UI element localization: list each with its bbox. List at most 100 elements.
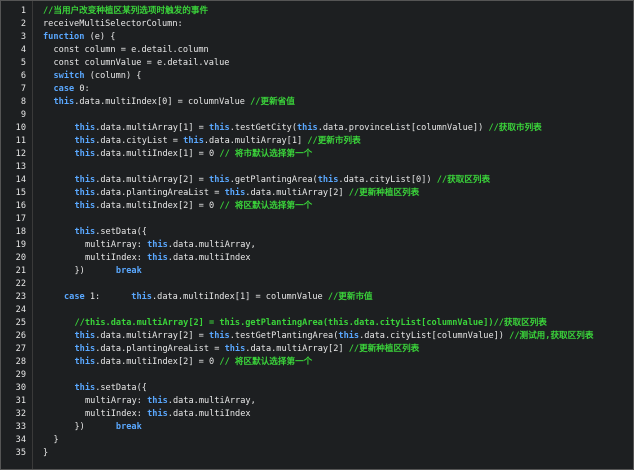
code-comment: // 将市默认选择第一个 [219, 149, 313, 159]
code-keyword: this [209, 175, 230, 185]
line-number: 15 [15, 188, 26, 198]
code-text: .data.multiArray[1] [203, 136, 308, 146]
code-text: .data.multiIndex[2] = 0 [95, 201, 220, 211]
code-line: }) break [32, 421, 633, 434]
line-number: 32 [15, 409, 26, 419]
code-text: .data.multiArray[2] [245, 188, 349, 198]
code-keyword: this [297, 123, 318, 133]
code-text: .setData({ [95, 227, 147, 237]
line-number: 35 [15, 448, 26, 458]
code-text: 1: [84, 292, 132, 302]
code-line: this.data.multiIndex[1] = 0 // 将市默认选择第一个 [32, 148, 633, 161]
code-line: const column = e.detail.column [32, 44, 633, 57]
code-text: multiArray: [85, 240, 148, 250]
code-keyword: this [74, 344, 96, 354]
code-text: .data.multiArray[2] = [95, 175, 210, 185]
code-keyword: this [74, 357, 96, 367]
code-line: this.data.multiIndex[0] = columnValue //… [32, 96, 633, 109]
code-comment: // 将区默认选择第一个 [219, 357, 313, 367]
code-text: .data.multiArray, [167, 396, 256, 406]
code-line: case 1: this.data.multiIndex[1] = column… [32, 291, 633, 304]
code-comment: // 将区默认选择第一个 [219, 201, 313, 211]
code-text: (e) { [84, 32, 116, 42]
code-comment: //更新市列表 [307, 136, 361, 146]
line-number: 12 [15, 149, 26, 159]
code-text: .getPlantingArea( [229, 175, 318, 185]
code-keyword: this [74, 383, 96, 393]
line-number: 4 [20, 45, 26, 55]
code-text: .data.multiIndex[2] = 0 [95, 357, 220, 367]
code-text: }) [74, 422, 116, 432]
code-keyword: function [43, 32, 85, 42]
code-comment: //更新种植区列表 [348, 188, 420, 198]
line-number: 16 [15, 201, 26, 211]
code-keyword: this [74, 188, 96, 198]
code-line: multiIndex: this.data.multiIndex [32, 408, 633, 421]
code-keyword: case [53, 84, 75, 94]
code-text: .data.multiIndex[1] = columnValue [151, 292, 328, 302]
code-comment: //更新市值 [327, 292, 373, 302]
code-text: .data.provinceList[columnValue]) [317, 123, 489, 133]
line-number: 26 [15, 331, 26, 341]
code-line: this.data.cityList = this.data.multiArra… [32, 135, 633, 148]
code-keyword: this [74, 175, 96, 185]
code-comment: //当用户改变种植区某列选项时触发的事件 [43, 6, 209, 16]
line-number: 33 [15, 422, 26, 432]
code-keyword: break [115, 422, 142, 432]
code-text: .data.multiIndex [167, 253, 251, 263]
line-number: 9 [20, 110, 26, 120]
line-number: 22 [15, 279, 26, 289]
code-keyword: switch [53, 71, 85, 81]
code-keyword: this [53, 97, 75, 107]
line-number: 6 [20, 71, 26, 81]
code-keyword: this [338, 331, 360, 341]
code-keyword: this [131, 292, 152, 302]
line-number: 28 [15, 357, 26, 367]
code-line: } [32, 434, 633, 447]
code-keyword: this [74, 149, 96, 159]
code-line: this.data.multiArray[2] = this.testGetPl… [32, 330, 633, 343]
line-number: 11 [15, 136, 26, 146]
code-text: .setData({ [95, 383, 147, 393]
code-comment: //获取区列表 [436, 175, 491, 185]
code-line: this.data.plantingAreaList = this.data.m… [32, 343, 633, 356]
code-text: .data.plantingAreaList = [95, 344, 225, 354]
code-keyword: this [74, 331, 96, 341]
code-line: this.data.multiArray[1] = this.testGetCi… [32, 122, 633, 135]
code-text: .data.cityList[columnValue]) [359, 331, 510, 341]
code-comment: //获取市列表 [488, 123, 542, 133]
code-text: .data.multiArray[2] [245, 344, 349, 354]
code-area[interactable]: //当用户改变种植区某列选项时触发的事件 receiveMultiSelector… [32, 1, 633, 469]
line-number: 29 [15, 370, 26, 380]
line-number: 24 [15, 305, 26, 315]
code-comment: //this.data.multiArray[2] = this.getPlan… [74, 318, 547, 328]
code-keyword: this [74, 136, 96, 146]
code-line: this.data.multiArray[2] = this.getPlanti… [32, 174, 633, 187]
line-number: 8 [20, 97, 26, 107]
line-number: 19 [15, 240, 26, 250]
code-line: multiIndex: this.data.multiIndex [32, 252, 633, 265]
line-number: 5 [20, 58, 26, 68]
code-comment: //更新省值 [250, 97, 295, 107]
code-line: const columnValue = e.detail.value [32, 57, 633, 70]
code-keyword: break [115, 266, 142, 276]
code-editor[interactable]: 1 2 3 4 5 6 7 8 9 10 11 12 13 14 15 16 17 18 19 20 21 22 23 24 2… [0, 0, 634, 470]
line-number: 13 [15, 162, 26, 172]
code-text: const column = e.detail.column [53, 45, 209, 55]
code-line: case 0: [32, 83, 633, 96]
code-text: }) [74, 266, 116, 276]
code-text: } [53, 435, 59, 445]
code-keyword: this [147, 240, 168, 250]
code-text: const columnValue = e.detail.value [53, 58, 230, 68]
code-text: .data.cityList = [95, 136, 184, 146]
code-keyword: this [147, 396, 168, 406]
code-text: multiIndex: [85, 253, 148, 263]
code-text: .data.multiArray[1] = [95, 123, 210, 133]
code-keyword: this [147, 409, 168, 419]
line-number: 14 [15, 175, 26, 185]
code-line: }) break [32, 265, 633, 278]
line-number: 30 [15, 383, 26, 393]
